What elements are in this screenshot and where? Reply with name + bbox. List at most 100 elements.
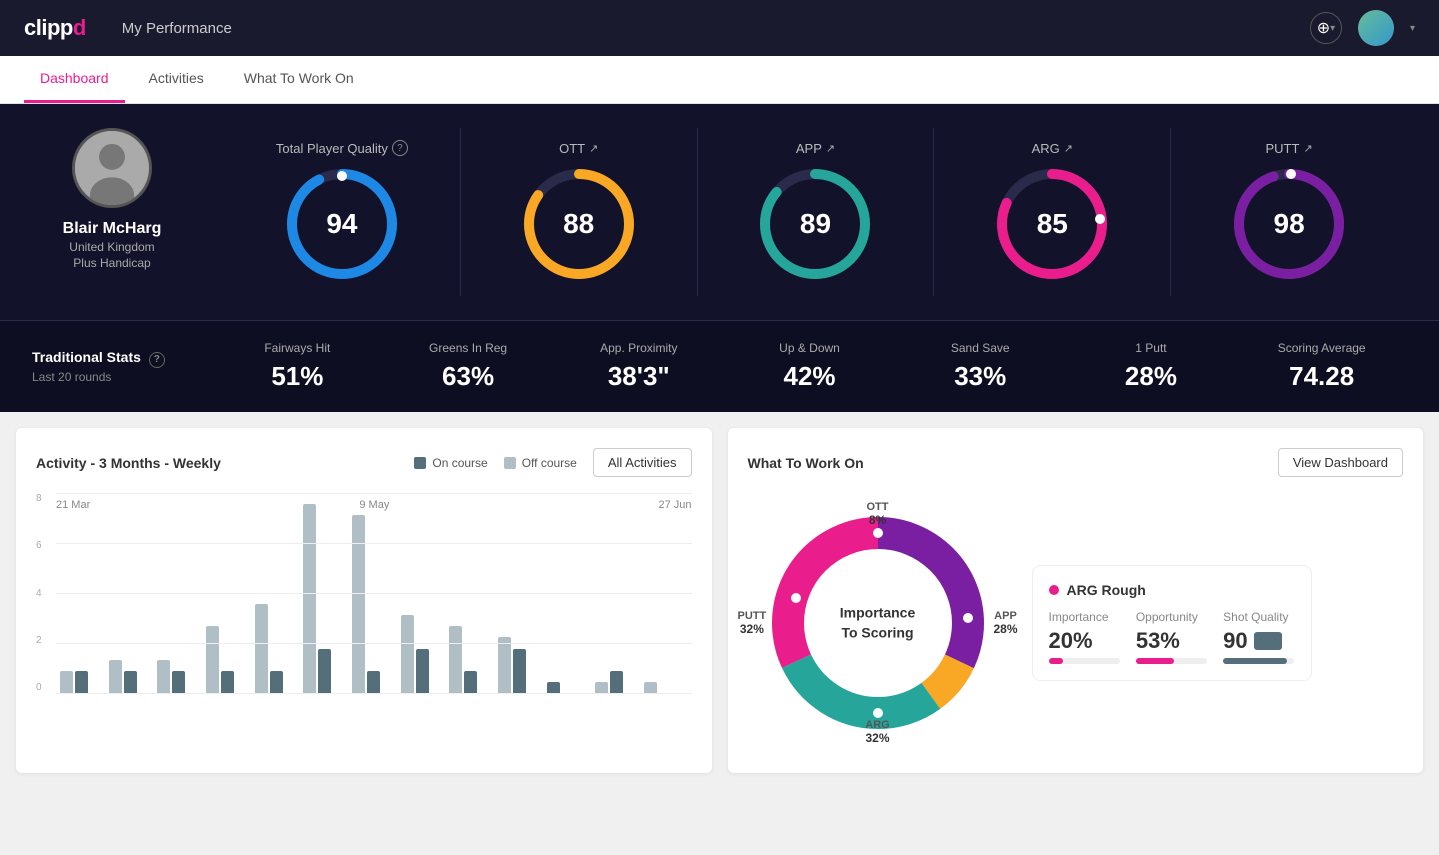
help-icon[interactable]: ?: [392, 140, 408, 156]
bar-on-course: [172, 671, 185, 693]
legend-on-course: On course: [414, 456, 487, 470]
shot-quality-bar: [1223, 658, 1294, 664]
stat-1putt: 1 Putt 28%: [1066, 341, 1237, 392]
putt-label: PUTT 32%: [738, 610, 767, 636]
help-icon[interactable]: ?: [149, 352, 165, 368]
arg-stat-importance: Importance 20%: [1049, 610, 1120, 664]
grid-line: [56, 493, 692, 494]
bar-on-course: [464, 671, 477, 693]
bar-group: [547, 682, 591, 693]
bar-group: [644, 682, 688, 693]
score-arg: ARG ↗ 85: [933, 128, 1170, 296]
app-value: 89: [800, 208, 831, 240]
hero-section: Blair McHarg United Kingdom Plus Handica…: [0, 104, 1439, 320]
bar-off-course: [109, 660, 122, 693]
chart-title: Activity - 3 Months - Weekly: [36, 455, 414, 471]
stat-up-down: Up & Down 42%: [724, 341, 895, 392]
plus-icon: ⊕: [1317, 18, 1330, 38]
putt-value: 98: [1274, 208, 1305, 240]
importance-bar: [1049, 658, 1120, 664]
bar-group: [60, 671, 104, 693]
ott-ring: 88: [519, 164, 639, 284]
wtwo-header: What To Work On View Dashboard: [748, 448, 1404, 477]
bar-on-course: [610, 671, 623, 693]
arg-stat-opportunity: Opportunity 53%: [1136, 610, 1207, 664]
bar-on-course: [416, 649, 429, 693]
bar-group: [498, 637, 542, 693]
top-nav: clippd My Performance ⊕ ▾ ▾: [0, 0, 1439, 56]
tab-what-to-work-on[interactable]: What To Work On: [228, 56, 370, 103]
bottom-panels: Activity - 3 Months - Weekly On course O…: [0, 412, 1439, 789]
bar-group: [157, 660, 201, 693]
bar-group: [401, 615, 445, 693]
what-to-work-on-panel: What To Work On View Dashboard: [728, 428, 1424, 773]
arrow-up-icon: ↗: [1064, 142, 1073, 155]
player-name: Blair McHarg: [63, 220, 162, 238]
view-dashboard-button[interactable]: View Dashboard: [1278, 448, 1403, 477]
bar-off-course: [644, 682, 657, 693]
bar-on-course: [318, 649, 331, 693]
grid-line: [56, 643, 692, 644]
total-quality-label: Total Player Quality ?: [276, 140, 408, 156]
stats-label-block: Traditional Stats ? Last 20 rounds: [32, 349, 212, 384]
bar-group: [303, 504, 347, 693]
bar-on-course: [547, 682, 560, 693]
legend-off-course-dot: [504, 457, 516, 469]
stat-scoring-avg: Scoring Average 74.28: [1236, 341, 1407, 392]
total-quality-ring: 94: [282, 164, 402, 284]
bar-group: [109, 660, 153, 693]
app-ring: 89: [755, 164, 875, 284]
bar-off-course: [401, 615, 414, 693]
bar-off-course: [60, 671, 73, 693]
stat-sand-save: Sand Save 33%: [895, 341, 1066, 392]
avatar-image: [1358, 10, 1394, 46]
avatar[interactable]: [1358, 10, 1394, 46]
arrow-up-icon: ↗: [589, 142, 598, 155]
total-quality-value: 94: [326, 208, 357, 240]
player-avatar: [72, 128, 152, 208]
donut-center-text: Importance To Scoring: [840, 603, 915, 642]
bar-on-course: [270, 671, 283, 693]
bar-off-course: [595, 682, 608, 693]
arg-label: ARG 32%: [865, 719, 889, 745]
logo: clippd: [24, 15, 86, 41]
putt-ring: 98: [1229, 164, 1349, 284]
stats-row: Traditional Stats ? Last 20 rounds Fairw…: [0, 320, 1439, 412]
stat-app-proximity: App. Proximity 38'3": [553, 341, 724, 392]
grid-line: [56, 693, 692, 694]
tab-dashboard[interactable]: Dashboard: [24, 56, 125, 103]
bar-on-course: [124, 671, 137, 693]
bar-on-course: [513, 649, 526, 693]
legend-on-course-dot: [414, 457, 426, 469]
bar-off-course: [303, 504, 316, 693]
bar-off-course: [157, 660, 170, 693]
bar-off-course: [449, 626, 462, 693]
arg-ring: 85: [992, 164, 1112, 284]
bar-off-course: [255, 604, 268, 693]
bar-off-course: [352, 515, 365, 693]
all-activities-button[interactable]: All Activities: [593, 448, 692, 477]
bar-group: [206, 626, 250, 693]
arrow-up-icon: ↗: [1303, 142, 1312, 155]
legend-off-course: Off course: [504, 456, 577, 470]
player-country: United Kingdom: [69, 240, 154, 254]
grid-line: [56, 593, 692, 594]
tab-activities[interactable]: Activities: [133, 56, 220, 103]
score-ott: OTT ↗ 88: [460, 128, 697, 296]
arg-stat-shot-quality: Shot Quality 90: [1223, 610, 1294, 664]
chart-legend: On course Off course: [414, 456, 577, 470]
wtwo-content: Importance To Scoring OTT 8% APP 28% ARG…: [748, 493, 1404, 753]
grid-line: [56, 543, 692, 544]
ott-label: OTT 8%: [867, 501, 889, 527]
chevron-down-icon: ▾: [1330, 23, 1335, 34]
stat-fairways-hit: Fairways Hit 51%: [212, 341, 383, 392]
bar-off-course: [498, 637, 511, 693]
add-button[interactable]: ⊕ ▾: [1310, 12, 1342, 44]
stat-greens-in-reg: Greens In Reg 63%: [383, 341, 554, 392]
donut-chart: Importance To Scoring OTT 8% APP 28% ARG…: [748, 493, 1008, 753]
nav-right: ⊕ ▾ ▾: [1310, 10, 1415, 46]
player-handicap: Plus Handicap: [73, 256, 150, 270]
tabs-bar: Dashboard Activities What To Work On: [0, 56, 1439, 104]
arg-indicator-dot: [1049, 585, 1059, 595]
stats-sublabel: Last 20 rounds: [32, 370, 212, 384]
